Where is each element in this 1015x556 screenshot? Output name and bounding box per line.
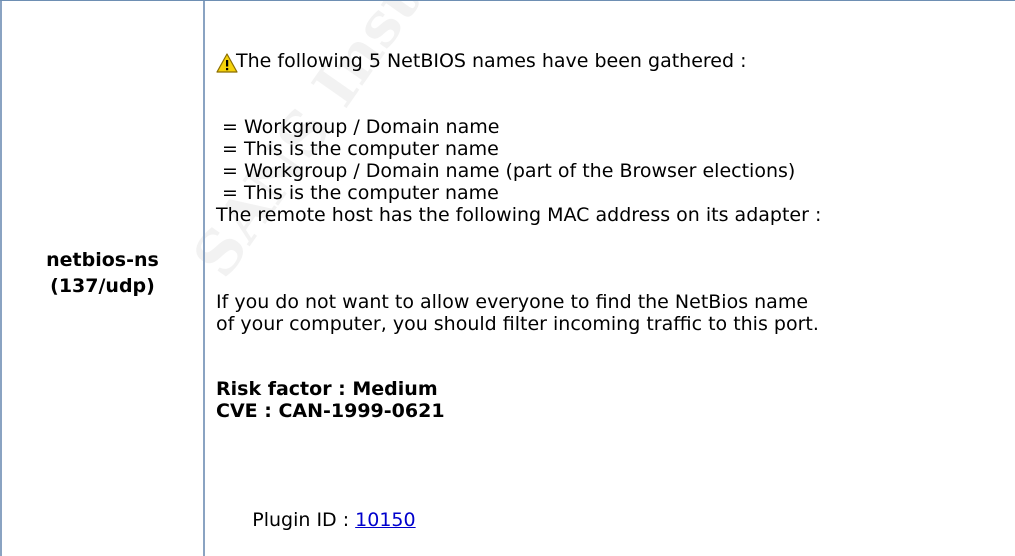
port-cell: netbios-ns (137/udp) <box>2 247 203 299</box>
advice-line-2: of your computer, you should filter inco… <box>216 313 819 335</box>
netbios-name-item: = This is the computer name <box>216 182 499 204</box>
finding-intro: The following 5 NetBIOS names have been … <box>236 50 747 72</box>
plugin-id-line: Plugin ID : 10150 <box>216 487 415 553</box>
report-table: netbios-ns (137/udp) The following 5 Net… <box>0 0 1015 556</box>
netbios-name-item: = Workgroup / Domain name (part of the B… <box>216 160 796 182</box>
mac-address-line: The remote host has the following MAC ad… <box>216 204 822 226</box>
netbios-name-item: = Workgroup / Domain name <box>216 116 500 138</box>
risk-factor: Risk factor : Medium <box>216 378 438 400</box>
plugin-id-label: Plugin ID : <box>252 509 356 531</box>
advice-line-1: If you do not want to allow everyone to … <box>216 291 809 313</box>
port-service: netbios-ns <box>46 249 159 271</box>
netbios-name-item: = This is the computer name <box>216 138 499 160</box>
plugin-id-link[interactable]: 10150 <box>355 509 415 531</box>
port-protocol: (137/udp) <box>50 275 155 297</box>
warning-icon <box>216 53 238 73</box>
table-column-divider <box>203 1 205 556</box>
cve-id: CVE : CAN-1999-0621 <box>216 400 445 422</box>
